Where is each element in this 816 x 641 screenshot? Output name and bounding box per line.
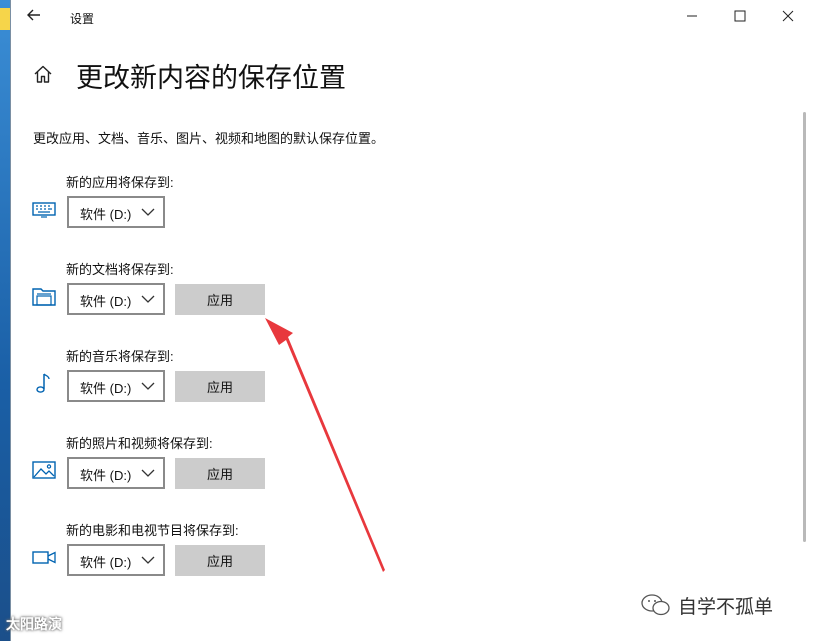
annotation-arrow xyxy=(265,318,385,572)
wechat-icon xyxy=(641,594,670,616)
watermark-left: 太阳路演 xyxy=(6,616,62,632)
desktop-file-icon[interactable] xyxy=(0,8,10,30)
watermark-right: 自学不孤单 xyxy=(640,590,773,620)
settings-window: 设置 更改新内容的保存位置 更改应用、文档、音乐、图片、视频和地图的默认保存位置… xyxy=(10,0,816,641)
watermark-text: 自学不孤单 xyxy=(678,596,774,618)
